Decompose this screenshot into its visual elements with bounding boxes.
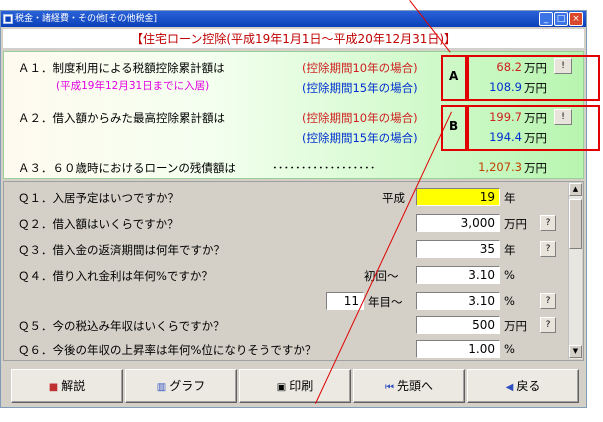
- bar-chart-icon: ▥: [156, 382, 167, 393]
- maximize-button[interactable]: □: [554, 12, 568, 26]
- q5-label: Ｑ５．今の税込み年収はいくらですか？: [18, 319, 225, 333]
- scroll-down-icon[interactable]: ▼: [569, 345, 582, 358]
- page-title: 【住宅ローン控除(平成19年1月1日～平成20年12月31日)】: [3, 29, 584, 49]
- q2-help-button[interactable]: ?: [540, 215, 556, 231]
- q5-input[interactable]: 500: [416, 316, 500, 334]
- q5-unit: 万円: [504, 319, 527, 333]
- window-title: 税金・諸経費・その他[その他税金]: [15, 14, 158, 24]
- a3-label: Ａ３．６０歳時におけるローンの残債額は: [18, 161, 236, 175]
- q6-input[interactable]: 1.00: [416, 340, 500, 358]
- q1-prefix: 平成: [382, 191, 405, 205]
- q1-unit: 年: [504, 191, 516, 205]
- a1-case15: (控除期間15年の場合): [302, 81, 418, 95]
- a3-value: 1,207.3: [478, 160, 522, 174]
- q4-unit: %: [504, 268, 515, 282]
- q2-input[interactable]: 3,000: [416, 214, 500, 232]
- q4-year-suffix: 年目～: [368, 295, 403, 309]
- back-arrow-icon: ◀: [505, 382, 514, 393]
- a2-case15: (控除期間15年の場合): [302, 131, 418, 145]
- annotation-label-a: A: [449, 69, 459, 83]
- q1-label: Ｑ１．入居予定はいつですか？: [18, 191, 179, 205]
- q2-unit: 万円: [504, 217, 527, 231]
- q5-help-button[interactable]: ?: [540, 317, 556, 333]
- a1-note: (平成19年12月31日までに入居): [56, 80, 210, 92]
- a2-case10: (控除期間10年の場合): [302, 111, 418, 125]
- q4-input[interactable]: 3.10: [416, 266, 500, 284]
- graph-button-label: グラフ: [169, 379, 206, 393]
- printer-icon: ▣: [276, 382, 287, 393]
- a1-label: Ａ１．制度利用による税額控除累計額は: [18, 61, 225, 75]
- q6-label: Ｑ６．今後の年収の上昇率は年何%位になりそうですか？: [18, 343, 317, 357]
- main-window: ■ 税金・諸経費・その他[その他税金] _ □ × 【住宅ローン控除(平成19年…: [0, 10, 600, 408]
- q4-year-input[interactable]: 11: [326, 292, 364, 310]
- minimize-button[interactable]: _: [539, 12, 553, 26]
- q4-label: Ｑ４．借り入れ金利は年何%ですか？: [18, 269, 213, 283]
- q3-label: Ｑ３．借入金の返済期間は何年ですか？: [18, 243, 225, 257]
- q4-input-2[interactable]: 3.10: [416, 292, 500, 310]
- q4-prefix: 初回～: [364, 269, 399, 283]
- scroll-up-icon[interactable]: ▲: [569, 183, 582, 196]
- a1-case10: (控除期間10年の場合): [302, 61, 418, 75]
- print-button[interactable]: ▣ 印刷: [239, 369, 351, 403]
- q4-help-button[interactable]: ?: [540, 293, 556, 309]
- explain-button-label: 解説: [61, 379, 86, 393]
- annotation-box-b: [467, 105, 600, 151]
- q3-unit: 年: [504, 243, 516, 257]
- questions-scrollbar[interactable]: ▲ ▼: [568, 183, 582, 359]
- back-button-label: 戻る: [516, 379, 541, 393]
- app-icon: ■: [3, 14, 13, 24]
- explain-button[interactable]: ■ 解説: [11, 369, 123, 403]
- annotation-box-a: [467, 55, 600, 101]
- back-button[interactable]: ◀ 戻る: [467, 369, 579, 403]
- q3-help-button[interactable]: ?: [540, 241, 556, 257]
- annotation-label-b: B: [449, 119, 459, 133]
- q2-label: Ｑ２．借入額はいくらですか？: [18, 217, 179, 231]
- a2-label: Ａ２．借入額からみた最高控除累計額は: [18, 111, 225, 125]
- book-icon: ■: [48, 382, 59, 393]
- questions-panel: Ｑ１．入居予定はいつですか？ 平成 19 年 Ｑ２．借入額はいくらですか？ 3,…: [3, 181, 584, 361]
- q3-input[interactable]: 35: [416, 240, 500, 258]
- scroll-thumb[interactable]: [569, 199, 582, 249]
- close-button[interactable]: ×: [569, 12, 583, 26]
- first-page-icon: ⏮: [384, 382, 394, 393]
- top-button-label: 先頭へ: [396, 379, 433, 393]
- graph-button[interactable]: ▥ グラフ: [125, 369, 237, 403]
- top-button[interactable]: ⏮ 先頭へ: [353, 369, 465, 403]
- a3-unit: 万円: [524, 161, 547, 175]
- print-button-label: 印刷: [289, 379, 314, 393]
- q6-unit: %: [504, 342, 515, 356]
- footer-toolbar: ■ 解説 ▥ グラフ ▣ 印刷 ⏮ 先頭へ ◀ 戻る: [3, 365, 584, 407]
- q4-unit-2: %: [504, 294, 515, 308]
- window-titlebar[interactable]: ■ 税金・諸経費・その他[その他税金] _ □ ×: [1, 11, 586, 27]
- a3-dots: ･･････････････････: [272, 161, 376, 175]
- q1-input[interactable]: 19: [416, 188, 500, 206]
